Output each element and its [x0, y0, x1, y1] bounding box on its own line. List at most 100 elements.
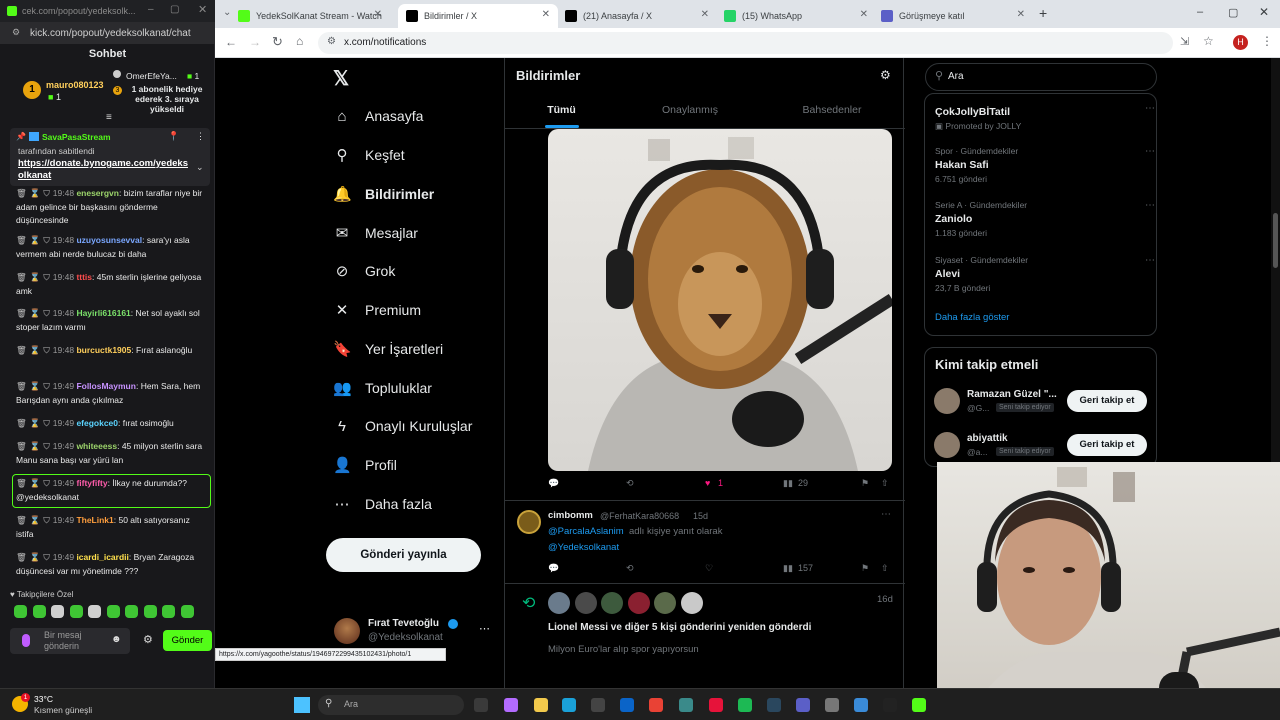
chat-settings-icon[interactable]: ⚙	[143, 633, 153, 646]
trend-menu-icon[interactable]: ⋯	[1145, 103, 1155, 114]
chat-input[interactable]: Bir mesaj gönderin ☻	[10, 628, 130, 654]
teams-icon[interactable]	[796, 698, 810, 712]
outlook-icon[interactable]	[620, 698, 634, 712]
folder-icon[interactable]	[534, 698, 548, 712]
settings-icon[interactable]	[825, 698, 839, 712]
ban-icon[interactable]: ⛉	[43, 345, 49, 355]
emote-icon[interactable]	[69, 605, 83, 618]
trend-item[interactable]: Siyaset · Gündemdekiler Alevi 23,7 B gönde…	[935, 255, 1155, 293]
share-icon[interactable]: ⇧	[881, 563, 889, 574]
spotify-icon[interactable]	[738, 698, 752, 712]
reposter-avatar[interactable]	[680, 592, 703, 614]
follow-suggestion[interactable]: abiyattik @a... Seni takip ediyor Geri taki…	[934, 430, 1154, 460]
nav-item-x-premium[interactable]: ✕ Premium	[333, 293, 421, 327]
maximize-icon[interactable]: ▢	[170, 4, 179, 15]
reposter-avatar[interactable]	[601, 592, 623, 614]
browser-tab[interactable]: Görüşmeye katıl ✕	[873, 4, 1033, 28]
reply-body[interactable]: @Yedeksolkanat	[548, 542, 619, 553]
delete-icon[interactable]: 🗑	[16, 552, 27, 562]
emote-icon[interactable]	[162, 605, 175, 618]
timeout-icon[interactable]: ⌛	[30, 515, 41, 525]
ban-icon[interactable]: ⛉	[43, 235, 49, 245]
trend-item[interactable]: ÇokJollyBİTatil ▣ Promoted by JOLLY ⋯	[935, 103, 1155, 132]
message-username[interactable]: burcuctk1905	[76, 345, 131, 355]
follow-suggestion[interactable]: Ramazan Güzel "... @G... Seni takip ediyor…	[934, 386, 1154, 416]
emote-icon[interactable]	[14, 605, 27, 618]
ban-icon[interactable]: ⛉	[43, 552, 49, 562]
emote-icon[interactable]	[51, 605, 64, 618]
browser-tab[interactable]: (15) WhatsApp ✕	[716, 4, 876, 28]
scrollbar-thumb[interactable]	[1273, 213, 1278, 268]
timeout-icon[interactable]: ⌛	[30, 188, 41, 198]
browser-tab[interactable]: (21) Anasayfa / X ✕	[557, 4, 717, 28]
show-more-link[interactable]: Daha fazla göster	[935, 312, 1009, 323]
timeout-icon[interactable]: ⌛	[30, 552, 41, 562]
reply-notification[interactable]: cimbomm @FerhatKara80668 15d ⋯ @ParcalaA…	[505, 501, 905, 583]
browser-menu-icon[interactable]: ⋮	[1261, 34, 1273, 48]
profile-avatar[interactable]: H	[1233, 35, 1248, 50]
edge-icon[interactable]	[562, 698, 576, 712]
timeout-icon[interactable]: ⌛	[30, 272, 41, 282]
user-avatar[interactable]	[934, 388, 960, 414]
reposter-avatar[interactable]	[627, 592, 650, 614]
emote-icon[interactable]	[88, 605, 101, 618]
minimize-icon[interactable]: –	[148, 4, 154, 15]
post-button[interactable]: Gönderi yayınla	[326, 538, 481, 572]
delete-icon[interactable]: 🗑	[16, 188, 27, 198]
emote-icon[interactable]	[32, 605, 46, 618]
post-menu-icon[interactable]: ⋯	[881, 509, 891, 520]
repost-icon[interactable]: ⟲	[626, 478, 634, 489]
new-tab-button[interactable]: +	[1039, 5, 1047, 21]
close-icon[interactable]: ✕	[198, 3, 207, 16]
notification-settings-icon[interactable]: ⚙	[880, 68, 891, 82]
ban-icon[interactable]: ⛉	[43, 515, 49, 525]
message-username[interactable]: icardi_icardii	[76, 552, 128, 562]
reply-user-name[interactable]: cimbomm	[548, 510, 593, 521]
delete-icon[interactable]: 🗑	[16, 441, 27, 451]
browser-tab[interactable]: YedekSolKanat Stream - Watch ✕	[230, 4, 390, 28]
close-tab-icon[interactable]: ✕	[1017, 9, 1025, 20]
close-tab-icon[interactable]: ✕	[701, 9, 709, 20]
copilot-icon[interactable]	[504, 698, 518, 712]
views-icon[interactable]: ▮▮	[783, 563, 793, 574]
message-username[interactable]: uzuyosunsevval	[76, 235, 142, 245]
store-icon[interactable]	[591, 698, 605, 712]
emote-icon[interactable]	[125, 605, 138, 618]
nav-item-grok[interactable]: ⊘ Grok	[333, 254, 396, 288]
message-username[interactable]: Hayirli616161	[76, 308, 130, 318]
chrome-icon[interactable]	[649, 698, 663, 712]
timeout-icon[interactable]: ⌛	[30, 418, 41, 428]
expand-chevron-icon[interactable]: ⌄	[196, 162, 204, 173]
delete-icon[interactable]: 🗑	[16, 345, 27, 355]
close-tab-icon[interactable]: ✕	[542, 9, 550, 20]
timeout-icon[interactable]: ⌛	[30, 441, 41, 451]
message-username[interactable]: efegokce0	[76, 418, 118, 428]
message-username[interactable]: tttis	[76, 272, 92, 282]
kick-icon[interactable]	[912, 698, 926, 712]
reposter-avatar[interactable]	[574, 592, 597, 614]
x-logo-icon[interactable]: 𝕏	[333, 66, 349, 91]
repost-icon[interactable]: ⟲	[626, 563, 634, 574]
photos-icon[interactable]	[854, 698, 868, 712]
delete-icon[interactable]: 🗑	[16, 308, 27, 318]
share-icon[interactable]: ⇧	[881, 478, 889, 489]
forward-icon[interactable]: →	[249, 35, 261, 49]
ban-icon[interactable]: ⛉	[43, 188, 49, 198]
message-username[interactable]: whiteeess	[76, 441, 117, 451]
account-menu-icon[interactable]: ⋯	[479, 622, 490, 635]
timeout-icon[interactable]: ⌛	[30, 381, 41, 391]
bookmark-star-icon[interactable]: ☆	[1203, 34, 1214, 48]
trend-menu-icon[interactable]: ⋯	[1145, 146, 1155, 157]
repost-notification[interactable]: ⟲ 16d Lionel Messi ve diğer 5 kişi gönde…	[505, 584, 905, 688]
reply-user-handle[interactable]: @FerhatKara80668	[600, 511, 679, 521]
tab-mentions[interactable]: Bahsedenler	[767, 104, 897, 116]
send-button[interactable]: Gönder	[163, 630, 212, 651]
nav-item-mail[interactable]: ✉ Mesajlar	[333, 216, 418, 250]
address-input[interactable]: ⚙ x.com/notifications	[318, 32, 1173, 54]
delete-icon[interactable]: 🗑	[16, 418, 27, 428]
reposter-avatar[interactable]	[654, 592, 676, 614]
nav-item-lightning[interactable]: ϟ Onaylı Kuruluşlar	[333, 409, 472, 443]
bookmark-icon[interactable]: ⚑	[861, 563, 869, 574]
delete-icon[interactable]: 🗑	[16, 515, 27, 525]
delete-icon[interactable]: 🗑	[16, 381, 27, 391]
